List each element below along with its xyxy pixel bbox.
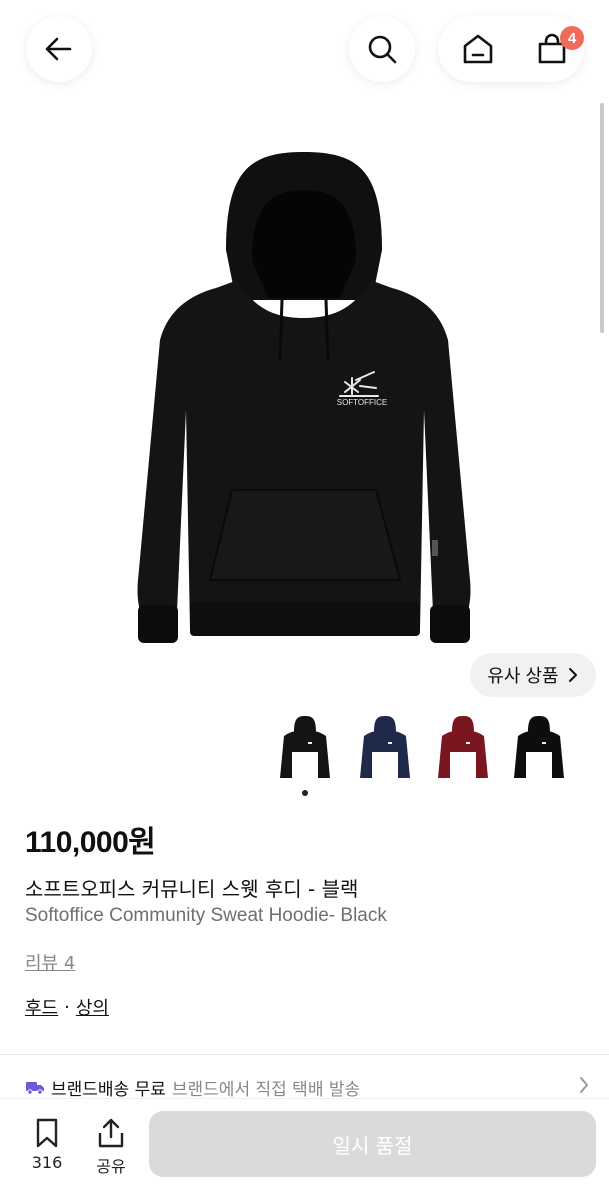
thumbnail-black[interactable] — [272, 712, 338, 784]
product-title-korean: 소프트오피스 커뮤니티 스웻 후디 - 블랙 — [25, 877, 359, 901]
divider — [0, 1054, 609, 1055]
cart-count-badge: 4 — [560, 26, 584, 50]
product-image[interactable]: SOFTOFFICE — [0, 110, 609, 710]
search-button[interactable] — [349, 16, 415, 82]
chevron-right-icon — [580, 1077, 588, 1093]
home-button[interactable] — [448, 16, 508, 82]
bookmark-button[interactable]: 316 — [20, 1117, 74, 1177]
arrow-left-icon — [45, 37, 72, 61]
hoodie-image: SOFTOFFICE — [137, 152, 471, 643]
category-link-top[interactable]: 상의 — [76, 994, 109, 1020]
truck-icon — [26, 1082, 44, 1095]
logo-text: SOFTOFFICE — [337, 398, 388, 407]
bookmark-icon — [36, 1118, 58, 1148]
category-breadcrumb: 후드 · 상의 — [25, 994, 109, 1020]
share-button[interactable]: 공유 — [84, 1117, 138, 1177]
color-thumbnails — [270, 712, 590, 792]
home-cart-group: 4 — [438, 16, 584, 82]
thumbnail-black-alt[interactable] — [506, 712, 572, 784]
home-icon — [463, 34, 493, 64]
product-title-english: Softoffice Community Sweat Hoodie- Black — [25, 905, 387, 926]
thumbnail-burgundy[interactable] — [430, 712, 496, 784]
top-bar: 4 — [0, 0, 609, 100]
shipping-description: 브랜드에서 직접 택배 발송 — [171, 1079, 361, 1100]
category-separator: · — [64, 996, 70, 1018]
shipping-free-label: 브랜드배송 무료 — [51, 1079, 166, 1100]
carousel-dot-active — [302, 790, 308, 796]
thumbnail-navy[interactable] — [352, 712, 418, 784]
bottom-action-bar: 316 공유 일시 품절 — [0, 1098, 609, 1200]
bookmark-count: 316 — [31, 1153, 63, 1172]
share-label: 공유 — [96, 1157, 126, 1176]
similar-products-label: 유사 상품 — [487, 666, 559, 686]
similar-products-button[interactable]: 유사 상품 — [470, 653, 596, 697]
cart-button[interactable]: 4 — [522, 16, 584, 82]
back-button[interactable] — [26, 16, 92, 82]
share-icon — [98, 1118, 124, 1148]
category-link-hood[interactable]: 후드 — [25, 994, 58, 1020]
search-icon — [368, 35, 397, 64]
product-price: 110,000원 — [25, 826, 156, 859]
reviews-link[interactable]: 리뷰 4 — [25, 949, 75, 975]
sold-out-button[interactable]: 일시 품절 — [149, 1111, 596, 1177]
chevron-right-icon — [568, 668, 577, 682]
